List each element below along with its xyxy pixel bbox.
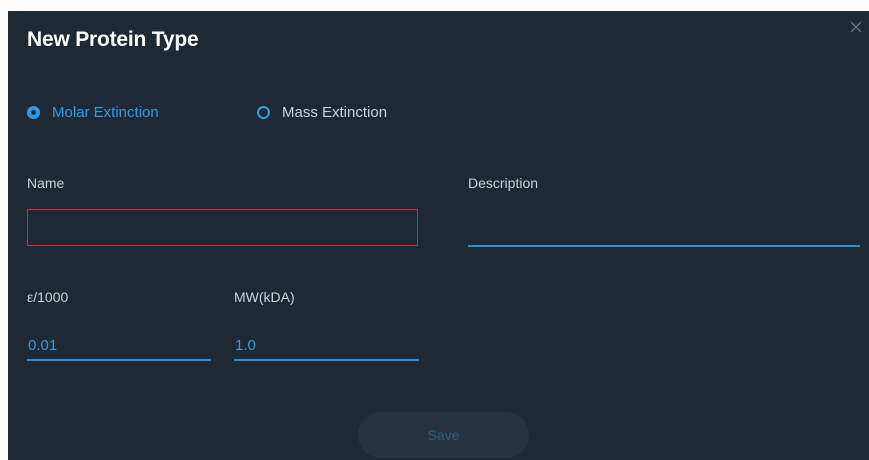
mass-extinction-radio[interactable]: Mass Extinction	[257, 104, 387, 121]
epsilon-label: ε/1000	[27, 289, 69, 305]
name-input[interactable]	[27, 209, 418, 246]
new-protein-type-dialog: New Protein Type Molar Extinction Mass E…	[8, 11, 869, 460]
mw-input[interactable]	[234, 331, 419, 361]
mw-label: MW(kDA)	[234, 289, 295, 305]
description-input[interactable]	[468, 218, 860, 247]
close-icon[interactable]	[849, 20, 863, 34]
radio-unselected-icon	[257, 106, 270, 119]
molar-extinction-radio[interactable]: Molar Extinction	[27, 104, 159, 121]
epsilon-input[interactable]	[27, 331, 211, 361]
radio-selected-icon	[27, 106, 40, 119]
mass-extinction-label: Mass Extinction	[282, 104, 388, 121]
molar-extinction-label: Molar Extinction	[52, 104, 159, 121]
dialog-title: New Protein Type	[27, 28, 199, 51]
description-label: Description	[468, 175, 539, 191]
name-label: Name	[27, 175, 65, 191]
save-button[interactable]: Save	[358, 412, 529, 458]
